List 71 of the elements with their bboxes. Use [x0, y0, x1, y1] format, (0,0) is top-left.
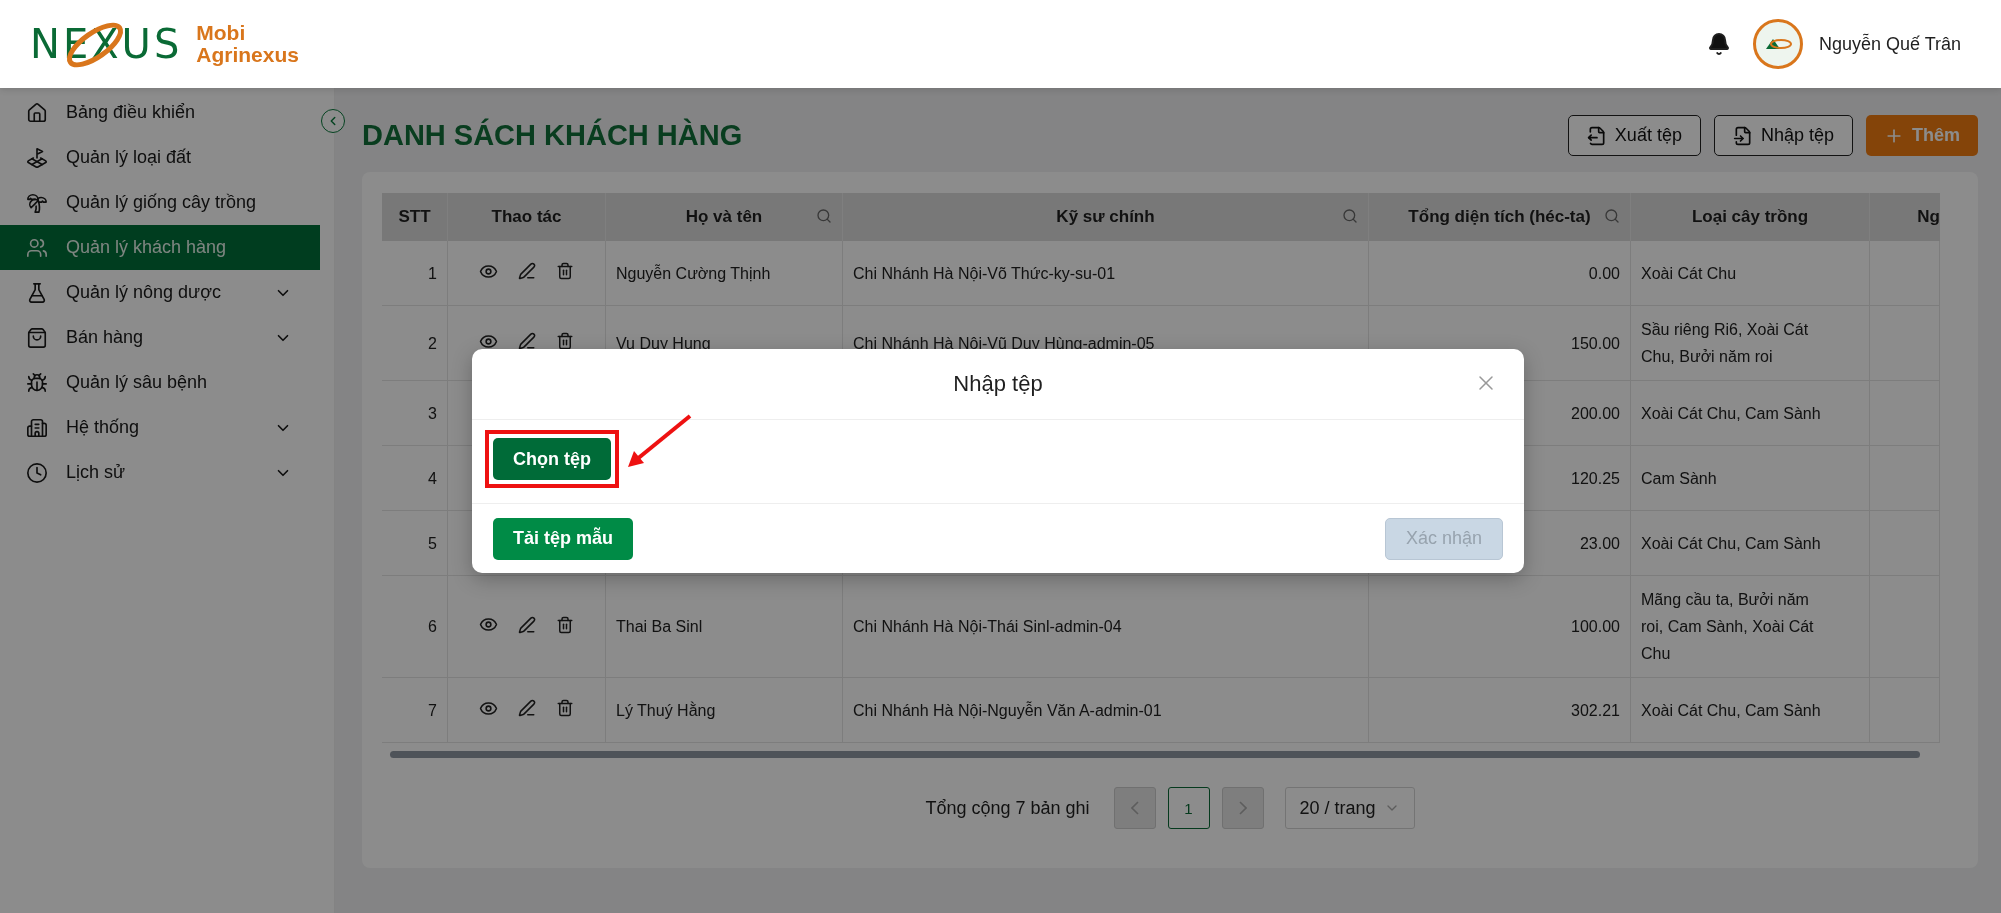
table-cell: Mãng cầu ta, Bưởi năm roi, Cam Sành, Xoài Cát Chu: [1631, 576, 1870, 678]
table-cell: 1: [382, 241, 448, 306]
file-import-icon: [1732, 125, 1753, 146]
table-cell: Xoài Cát Chu, Cam Sành: [1631, 678, 1870, 743]
table-cell: 4: [382, 446, 448, 511]
users-icon: [26, 236, 48, 259]
table-cell: 5: [382, 511, 448, 576]
column-header: Họ và tên: [606, 193, 843, 241]
shopping-bag-icon: [26, 326, 48, 349]
table-cell: Cam Sành: [1631, 446, 1870, 511]
table-cell: 7: [382, 678, 448, 743]
sidebar-item[interactable]: Quản lý sâu bệnh: [0, 360, 320, 405]
sidebar-item[interactable]: Quản lý khách hàng: [0, 225, 320, 270]
table-cell: Nguyễn Cường Thịnh: [606, 241, 843, 306]
scrollbar[interactable]: [390, 751, 1920, 758]
column-header: Loại cây trồng: [1631, 193, 1870, 241]
search-icon[interactable]: [816, 208, 832, 224]
land-plot-icon: [26, 146, 48, 169]
table-cell: 100.00: [1369, 576, 1631, 678]
column-header: Thao tác: [448, 193, 606, 241]
clock-icon: [26, 461, 48, 484]
table-cell: Lý Thuý Hằng: [606, 678, 843, 743]
table-cell: 302.21: [1369, 678, 1631, 743]
palm-tree-icon: [26, 191, 48, 214]
column-header: Tổng diện tích (héc-ta): [1369, 193, 1631, 241]
search-icon[interactable]: [1342, 208, 1358, 224]
column-header: Ng: [1870, 193, 1940, 241]
table-cell: Thai Ba Sinl: [606, 576, 843, 678]
sidebar-item[interactable]: Hệ thống: [0, 405, 320, 450]
user-name: Nguyễn Quế Trân: [1818, 33, 1961, 55]
column-header: Kỹ sư chính: [843, 193, 1369, 241]
collapse-button[interactable]: [321, 109, 345, 133]
sidebar-item[interactable]: Bảng điều khiển: [0, 90, 320, 135]
table-cell: 0.00: [1369, 241, 1631, 306]
download-template-button[interactable]: Tải tệp mẫu: [493, 517, 634, 560]
table-cell: 2: [382, 306, 448, 381]
table-cell: Xoài Cát Chu, Cam Sành: [1631, 511, 1870, 576]
table-cell: 6: [382, 576, 448, 678]
page-size-select[interactable]: 20 / trang: [1284, 787, 1415, 829]
export-button[interactable]: Xuất tệp: [1567, 115, 1701, 156]
table-cell: 3: [382, 381, 448, 446]
bug-icon: [26, 371, 48, 394]
bell-icon[interactable]: [1706, 32, 1731, 56]
chevron-right-icon: [1238, 801, 1247, 815]
table-cell: Xoài Cát Chu, Cam Sành: [1631, 381, 1870, 446]
building-icon: [26, 416, 48, 439]
table-cell: Chi Nhánh Hà Nội-Nguyễn Văn A-admin-01: [843, 678, 1369, 743]
sidebar-item[interactable]: Lịch sử: [0, 450, 320, 495]
total-count: Tổng cộng 7 bản ghi: [925, 797, 1090, 819]
choose-file-button[interactable]: Chọn tệp: [493, 438, 611, 480]
brand-name: Agrinexus: [196, 44, 299, 66]
search-icon[interactable]: [1604, 208, 1620, 224]
column-header: STT: [382, 193, 448, 241]
home-icon: [26, 101, 48, 124]
pencil-icon[interactable]: [518, 332, 536, 350]
sidebar-item[interactable]: Bán hàng: [0, 315, 320, 360]
table-cell: Xoài Cát Chu: [1631, 241, 1870, 306]
flask-icon: [26, 281, 48, 304]
sidebar-item[interactable]: Quản lý loại đất: [0, 135, 320, 180]
table-cell: Chi Nhánh Hà Nội-Võ Thức-ky-su-01: [843, 241, 1369, 306]
chevron-left-icon: [1130, 801, 1139, 815]
page-title: DANH SÁCH KHÁCH HÀNG: [362, 119, 743, 152]
brand-name: Mobi: [196, 22, 247, 44]
sidebar-item[interactable]: Quản lý nông dược: [0, 270, 320, 315]
import-button[interactable]: Nhập tệp: [1713, 115, 1853, 156]
file-export-icon: [1586, 125, 1607, 146]
sidebar-item[interactable]: Quản lý giống cây trồng: [0, 180, 320, 225]
table-cell: Chi Nhánh Hà Nội-Thái Sinl-admin-04: [843, 576, 1369, 678]
page-button[interactable]: 1: [1167, 787, 1210, 829]
avatar[interactable]: [1752, 19, 1803, 69]
table-cell: Sầu riêng Ri6, Xoài Cát Chu, Bưởi năm roi: [1631, 306, 1870, 381]
